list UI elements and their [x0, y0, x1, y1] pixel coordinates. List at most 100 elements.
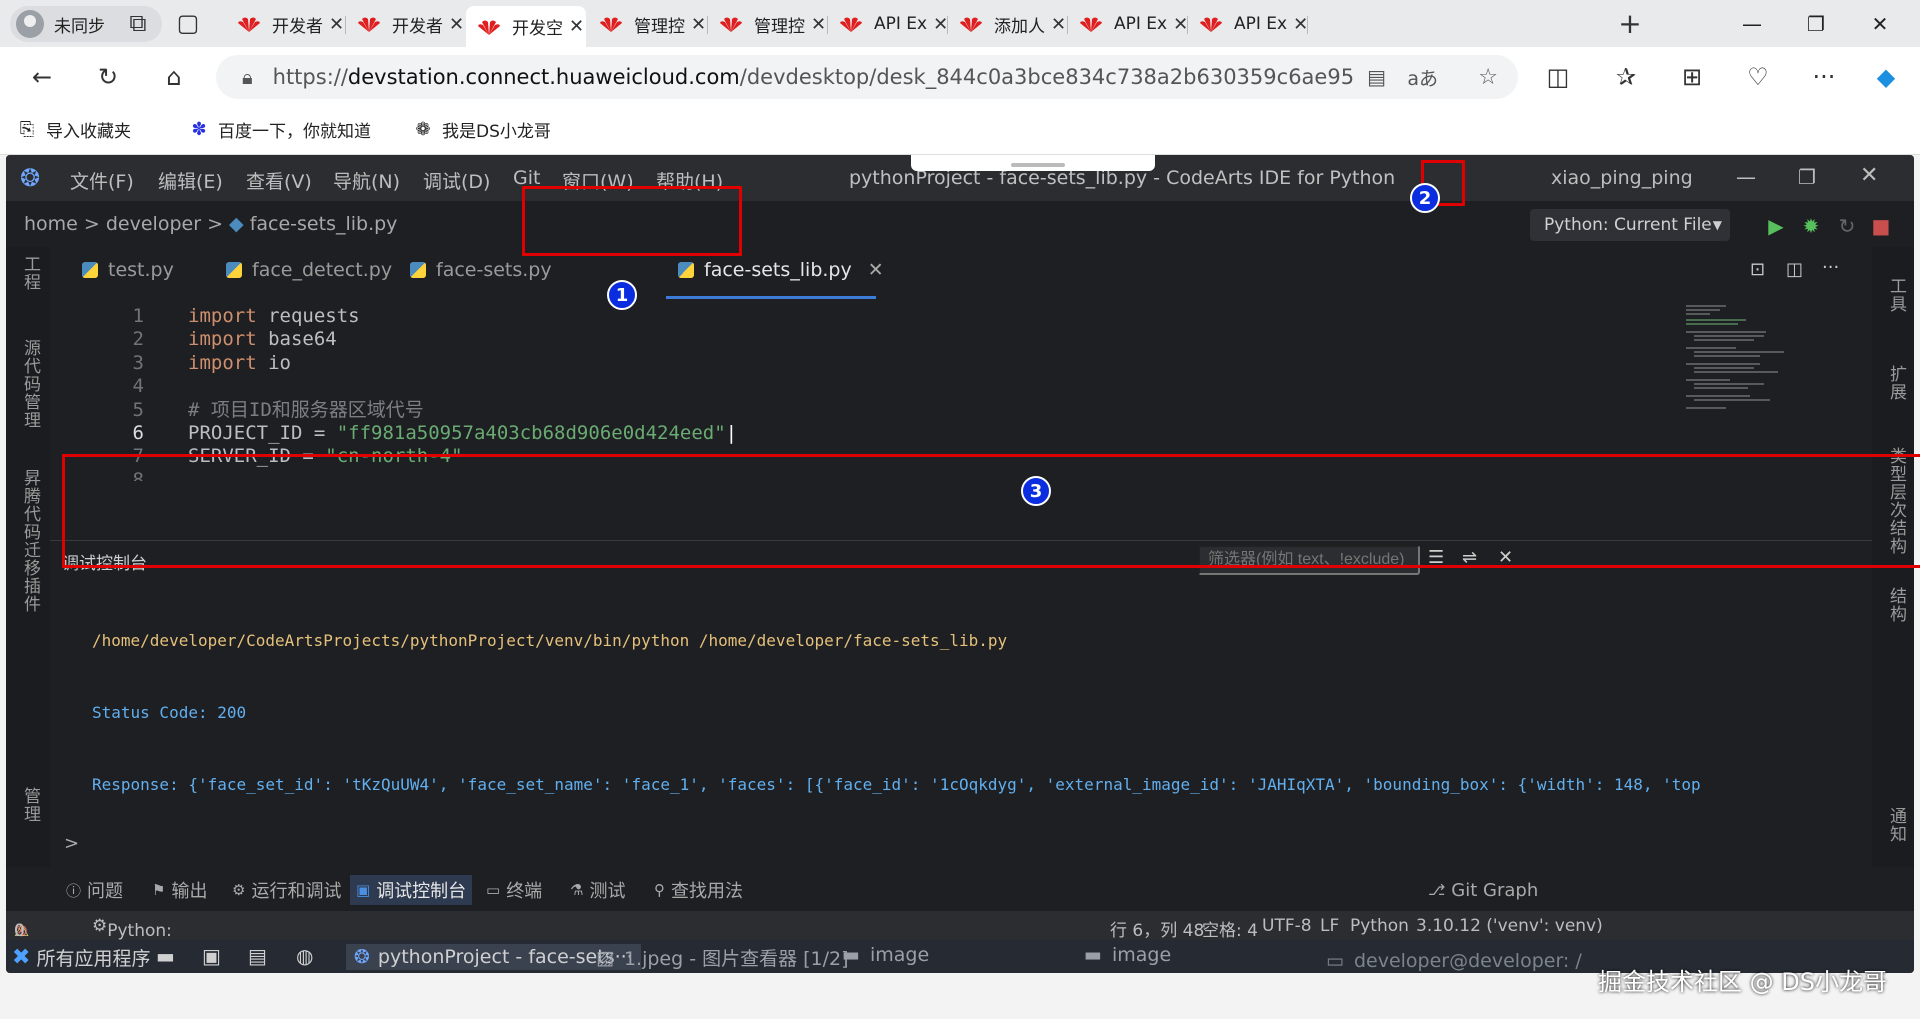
tab-face-detect-py[interactable]: face_detect.py: [226, 259, 392, 281]
copilot-icon[interactable]: ◆: [1868, 59, 1904, 95]
panel-notifications[interactable]: 通知: [1884, 807, 1909, 843]
tab-debug-console[interactable]: ▣ 调试控制台: [350, 875, 473, 905]
code-editor[interactable]: 1 2 3 4 5 6 7 8 import requests import b…: [50, 299, 1360, 539]
new-tab-button[interactable]: +: [1612, 5, 1648, 41]
close-window-icon[interactable]: ✕: [1852, 0, 1908, 47]
task-terminal[interactable]: ▭ developer@developer: /: [1326, 950, 1582, 972]
tab-find-usages[interactable]: ⚲ 查找用法: [648, 875, 749, 905]
browser-tab[interactable]: 开发者 ✕: [346, 6, 464, 42]
restore-icon[interactable]: ❐: [1788, 0, 1844, 47]
split-screen-icon[interactable]: ◫: [1540, 59, 1576, 95]
ide-close-icon[interactable]: ✕: [1860, 163, 1878, 188]
panel-project[interactable]: 工程: [18, 255, 43, 291]
panel-tools[interactable]: 工具: [1884, 277, 1909, 313]
back-icon[interactable]: ←: [24, 59, 60, 95]
console-filter-input[interactable]: [1198, 545, 1420, 575]
tab-face-sets-lib-py[interactable]: face-sets_lib.py ✕: [678, 259, 884, 281]
browser-essentials-icon[interactable]: ♡: [1740, 59, 1776, 95]
tab-run-debug[interactable]: ⚙ 运行和调试: [226, 875, 347, 905]
close-tab-icon[interactable]: ✕: [1045, 14, 1066, 35]
panel-scm[interactable]: 源代码管理: [18, 339, 43, 429]
browser-tab[interactable]: 开发者 ✕: [226, 6, 344, 42]
python-interpreter[interactable]: 3.10.12 ('venv': venv): [1416, 916, 1603, 936]
git-graph-button[interactable]: ⎇ Git Graph: [1422, 875, 1544, 905]
refresh-icon[interactable]: ↻: [90, 59, 126, 95]
menu-debug[interactable]: 调试(D): [423, 167, 490, 194]
ide-restore-icon[interactable]: ❐: [1798, 165, 1816, 189]
tab-actions-icon[interactable]: ▢: [170, 5, 206, 41]
breadcrumb-item[interactable]: home: [24, 213, 78, 235]
debug-bug-icon[interactable]: ✹: [1796, 211, 1826, 241]
tab-test-py[interactable]: test.py: [82, 259, 174, 281]
menu-window[interactable]: 窗口(W): [562, 167, 634, 194]
console-output[interactable]: /home/developer/CodeArtsProjects/pythonP…: [92, 581, 1701, 845]
menu-view[interactable]: 查看(V): [246, 167, 312, 194]
menu-navigate[interactable]: 导航(N): [333, 167, 400, 194]
menu-help[interactable]: 帮助(H): [656, 167, 723, 194]
close-tab-icon[interactable]: ✕: [805, 14, 826, 35]
close-tab-icon[interactable]: ✕: [1287, 14, 1306, 35]
split-editor-icon[interactable]: ◫: [1786, 259, 1803, 280]
task-image-folder[interactable]: ▬ image: [1084, 944, 1171, 966]
rerun-icon[interactable]: ↻: [1832, 211, 1862, 241]
favorite-star-icon[interactable]: ☆: [1478, 65, 1498, 90]
panel-migration[interactable]: 昇腾代码迁移插件: [18, 469, 43, 613]
browser-tab[interactable]: API Ex ✕: [1068, 6, 1186, 42]
home-icon[interactable]: ⌂: [156, 59, 192, 95]
close-tab-icon[interactable]: ✕: [868, 259, 884, 281]
more-actions-icon[interactable]: ···: [1822, 257, 1839, 278]
menu-edit[interactable]: 编辑(E): [158, 167, 223, 194]
user-name[interactable]: xiao_ping_ping: [1551, 167, 1693, 189]
panel-type-hierarchy[interactable]: 类型层次结构: [1884, 447, 1909, 555]
stop-icon[interactable]: ■: [1866, 211, 1896, 241]
file-encoding[interactable]: UTF-8: [1262, 916, 1312, 936]
tab-face-sets-py[interactable]: face-sets.py: [410, 259, 552, 281]
menu-git[interactable]: Git: [513, 167, 540, 189]
breadcrumb-item[interactable]: face-sets_lib.py: [250, 213, 398, 235]
browser-tab[interactable]: API Ex ✕: [828, 6, 946, 42]
bookmark-ds[interactable]: ❁ 我是DS小龙哥: [412, 117, 550, 142]
favorites-icon[interactable]: ✰: [1608, 59, 1644, 95]
collections-icon[interactable]: ⊞: [1674, 59, 1710, 95]
run-status[interactable]: ⚙ Python: Current File (pythonProject): [92, 916, 238, 973]
run-play-icon[interactable]: ▶: [1761, 211, 1791, 241]
close-tab-icon[interactable]: ✕: [563, 16, 584, 37]
task-image-viewer[interactable]: ▨ 1.jpeg - 图片查看器 [1/2]: [596, 944, 849, 971]
reading-mode-icon[interactable]: ▤: [1367, 65, 1386, 89]
minimize-icon[interactable]: —: [1724, 0, 1780, 47]
end-of-line[interactable]: LF: [1320, 916, 1339, 936]
bookmark-baidu[interactable]: ✽ 百度一下，你就知道: [188, 117, 371, 142]
task-image-folder[interactable]: ▬ image: [842, 944, 929, 966]
ide-minimize-icon[interactable]: —: [1736, 165, 1756, 189]
show-desktop-icon[interactable]: ▬: [156, 944, 175, 968]
browser-tab[interactable]: API Ex ✕: [1188, 6, 1306, 42]
word-wrap-icon[interactable]: ⇌: [1462, 547, 1477, 568]
close-tab-icon[interactable]: ✕: [1167, 14, 1186, 35]
read-aloud-icon[interactable]: aあ: [1407, 64, 1438, 91]
browser-tab[interactable]: 添加人 ✕: [948, 6, 1066, 42]
console-prompt[interactable]: >: [64, 833, 79, 854]
close-panel-icon[interactable]: ✕: [1498, 547, 1513, 568]
tab-output[interactable]: ⚑ 输出: [146, 875, 213, 905]
indent-spaces[interactable]: 空格: 4: [1202, 916, 1258, 941]
address-bar[interactable]: 🔒︎ https://devstation.connect.huaweiclou…: [216, 55, 1518, 99]
open-preview-icon[interactable]: ⊡: [1750, 259, 1765, 280]
tab-problems[interactable]: ⓘ 问题: [60, 875, 129, 905]
file-manager-icon[interactable]: ▤: [248, 944, 267, 968]
run-config-select[interactable]: Python: Current File ▼: [1530, 209, 1730, 241]
bookmark-import[interactable]: ⎘ 导入收藏夹: [16, 117, 131, 142]
cursor-position[interactable]: 行 6，列 48: [1110, 916, 1204, 941]
tab-terminal[interactable]: ▭ 终端: [480, 875, 548, 905]
terminal-launcher-icon[interactable]: ▣: [202, 944, 221, 968]
close-tab-icon[interactable]: ✕: [685, 14, 706, 35]
tab-test[interactable]: ⚗ 测试: [564, 875, 631, 905]
menu-file[interactable]: 文件(F): [70, 167, 134, 194]
panel-extensions[interactable]: 扩展: [1884, 365, 1909, 401]
workspaces-icon[interactable]: ⧉: [120, 5, 156, 41]
browser-launcher-icon[interactable]: ◍: [296, 944, 313, 968]
panel-structure[interactable]: 结构: [1884, 587, 1909, 623]
browser-tab-active[interactable]: 开发空 ✕: [466, 6, 586, 47]
clear-console-icon[interactable]: ☰: [1428, 547, 1444, 568]
panel-manage[interactable]: 管理: [18, 787, 43, 823]
breadcrumb-item[interactable]: developer: [106, 213, 201, 235]
